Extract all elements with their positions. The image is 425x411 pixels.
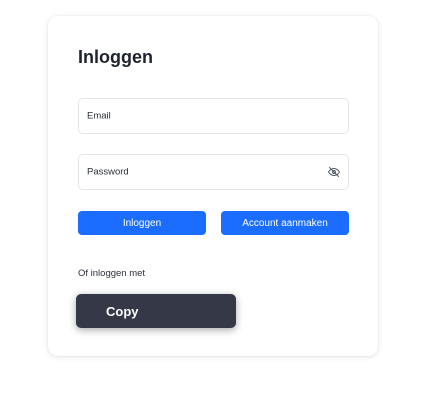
copy-tooltip[interactable]: Copy: [76, 294, 236, 328]
create-account-button[interactable]: Account aanmaken: [221, 211, 349, 235]
login-button[interactable]: Inloggen: [78, 211, 206, 235]
alt-login-label: Of inloggen met: [78, 268, 146, 279]
password-field[interactable]: Password: [78, 154, 349, 190]
copy-label: Copy: [106, 303, 139, 319]
email-field[interactable]: Email: [78, 98, 349, 134]
password-placeholder: Password: [87, 166, 129, 178]
page-title: Inloggen: [78, 47, 153, 67]
email-placeholder: Email: [87, 110, 111, 122]
eye-off-icon[interactable]: [328, 166, 340, 178]
